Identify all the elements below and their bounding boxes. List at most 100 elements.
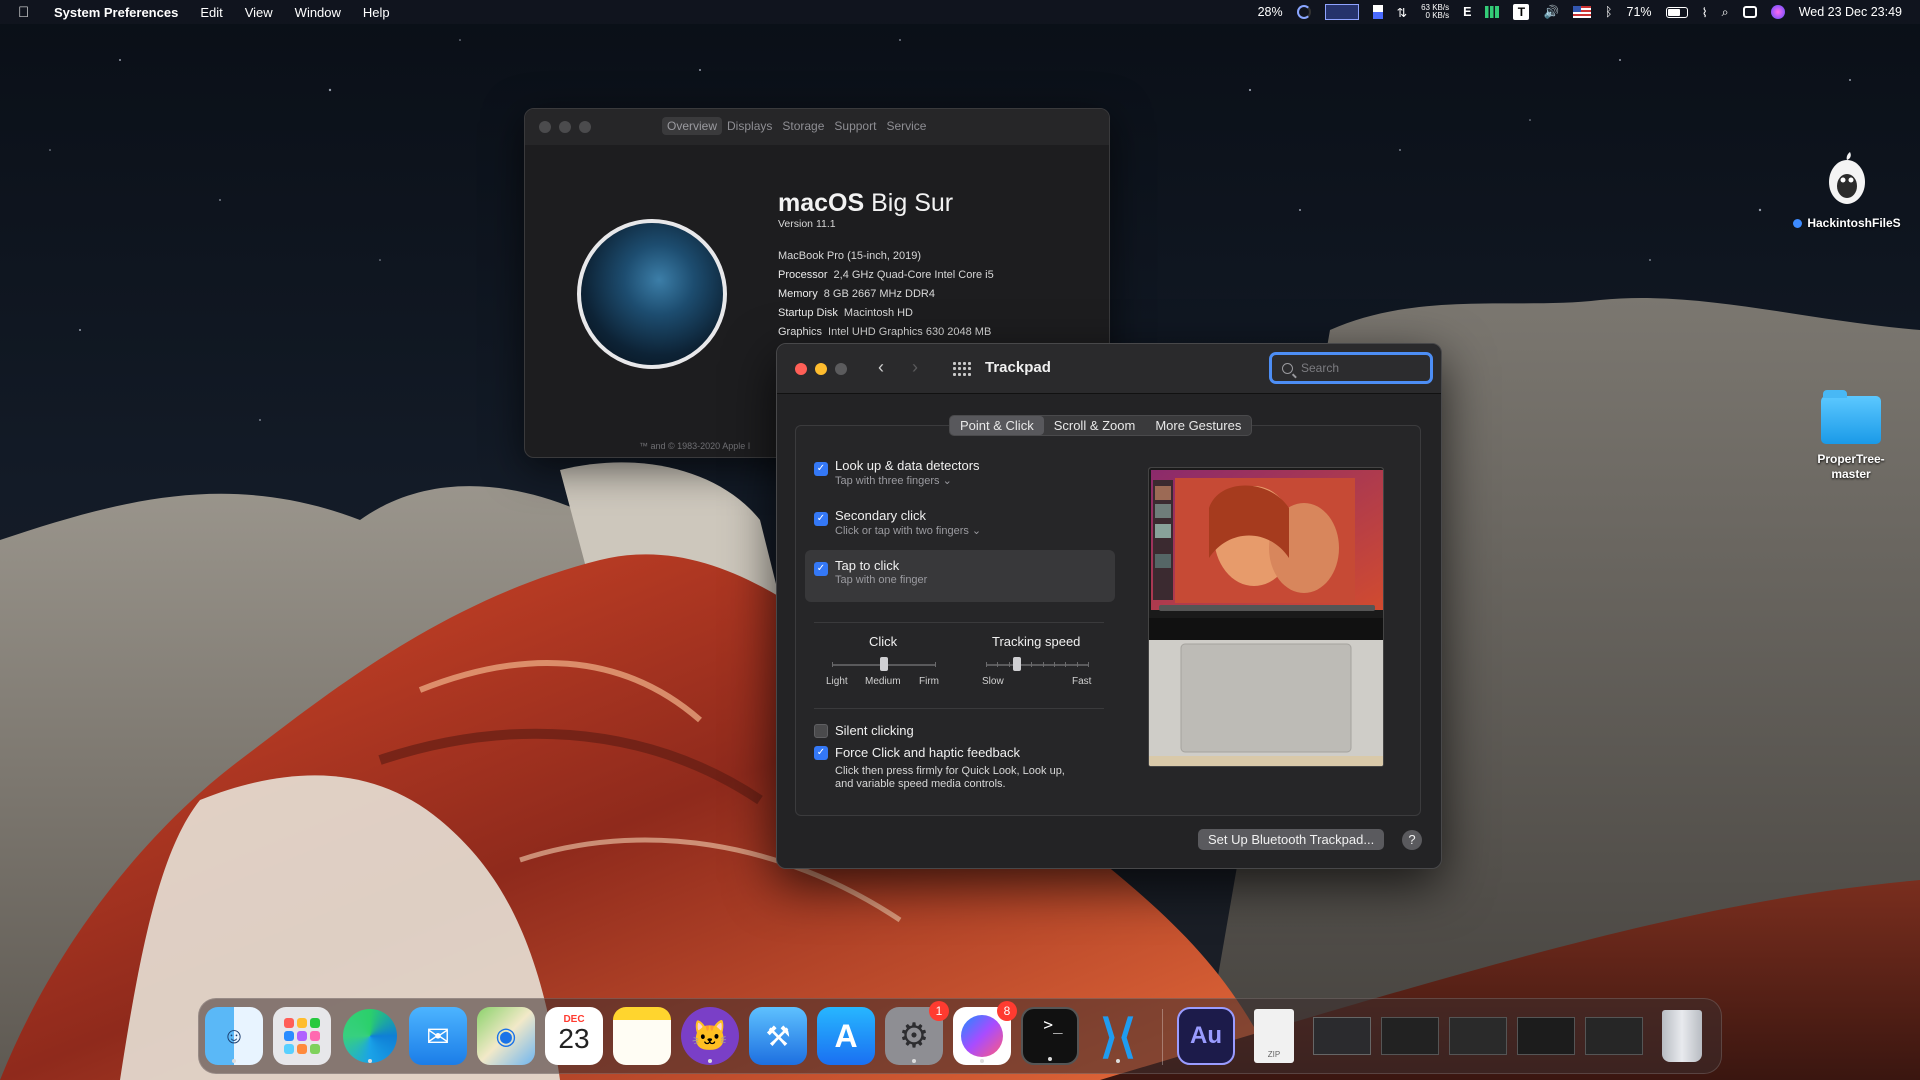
tracking-slider-tick [1043,662,1044,667]
dock-window-thumbnail-3[interactable] [1449,1007,1507,1065]
clock[interactable]: Wed 23 Dec 23:49 [1799,5,1902,19]
tab-point-click[interactable]: Point & Click [950,416,1044,435]
us-flag-icon[interactable] [1573,6,1592,18]
dock-finder[interactable]: ☺ [205,1007,263,1065]
tab-support[interactable]: Support [829,117,881,135]
dock-system-preferences[interactable]: ⚙ 1 [885,1001,949,1065]
dock-window-thumbnail-5[interactable] [1585,1007,1643,1065]
dock-app-store[interactable]: A [817,1007,875,1065]
menu-window[interactable]: Window [295,5,341,20]
show-all-grid-icon[interactable] [953,362,971,376]
tab-displays[interactable]: Displays [722,117,777,135]
dock-separator [1162,1009,1163,1065]
tab-more-gestures[interactable]: More Gestures [1145,416,1251,435]
dock-xcode[interactable]: ⚒ [749,1007,807,1065]
option-force-click[interactable]: ✓ Force Click and haptic feedback Click … [814,742,1065,790]
dock-zip-file[interactable]: ZIP [1245,1007,1303,1065]
dock-window-thumbnail-2[interactable] [1381,1007,1439,1065]
tab-scroll-zoom[interactable]: Scroll & Zoom [1044,416,1146,435]
tab-service[interactable]: Service [881,117,931,135]
tab-overview[interactable]: Overview [662,117,723,135]
menu-edit[interactable]: Edit [200,5,222,20]
signal-bars-icon[interactable] [1485,6,1500,18]
menu-view[interactable]: View [245,5,273,20]
dock-terminal[interactable]: >_ [1021,1007,1079,1065]
battery-icon[interactable] [1665,6,1688,18]
apple-menu-icon[interactable]:  [18,4,40,21]
menu-app-name[interactable]: System Preferences [54,5,178,20]
lookup-checkbox[interactable]: ✓ [814,462,828,476]
spotlight-icon[interactable]: ⌕ [1722,5,1729,20]
option-silent-clicking[interactable]: Silent clicking [814,720,914,742]
desktop-icon-hackintoshfiles[interactable]: HackintoshFileS [1792,150,1902,230]
tracking-slider-tick [1088,662,1089,667]
silent-clicking-checkbox[interactable] [814,724,828,738]
tracking-tick-fast: Fast [1072,676,1092,687]
tab-storage[interactable]: Storage [777,117,829,135]
click-tick-firm: Firm [919,676,939,687]
dock-trash[interactable] [1653,1007,1711,1065]
tracking-slider-knob[interactable] [1013,657,1021,671]
trackpad-toolbar[interactable]: ‹ › Trackpad Search [777,344,1441,394]
dock-window-thumbnail-1[interactable] [1313,1007,1371,1065]
tracking-slider-track [986,664,1088,666]
disk-activity-icon[interactable] [1372,5,1383,19]
forward-arrow-icon[interactable]: › [912,357,918,378]
dock-edge[interactable] [341,1007,399,1065]
maps-icon: ◉ [495,1022,517,1050]
about-titlebar[interactable]: Overview Displays Storage Support Servic… [525,109,1109,145]
network-speed[interactable]: 63 KB/s 0 KB/s [1421,4,1449,20]
click-slider-knob[interactable] [880,657,888,671]
dock-github-desktop[interactable]: 🐱 [681,1007,739,1065]
dock-maps[interactable]: ◉ [477,1007,535,1065]
click-slider-label: Click [869,634,898,649]
tap-to-click-checkbox[interactable]: ✓ [814,562,828,576]
dock-audition[interactable]: Au [1177,1007,1235,1065]
spec-startup-disk: Startup Disk Macintosh HD [778,307,913,319]
back-arrow-icon[interactable]: ‹ [878,357,884,378]
memory-graph-icon[interactable] [1324,4,1359,20]
minimize-button[interactable] [815,363,827,375]
battery-percent[interactable]: 71% [1627,5,1652,19]
secondary-click-checkbox[interactable]: ✓ [814,512,828,526]
running-indicator [368,1059,372,1063]
dock-launchpad[interactable] [273,1007,331,1065]
desktop-icon-propertree[interactable]: ProperTree- master [1796,390,1906,482]
menu-help[interactable]: Help [363,5,390,20]
option-sub-dropdown[interactable]: Tap with three fingers ⌄ [835,474,980,487]
minimize-button[interactable] [559,121,571,133]
point-click-panel: ✓ Look up & data detectors Tap with thre… [795,425,1421,816]
bluetooth-icon[interactable]: ᛒ [1605,5,1613,19]
dock-mail[interactable]: ✉ [409,1007,467,1065]
option-tap-to-click[interactable]: ✓ Tap to click Tap with one finger [814,558,927,586]
window-thumbnail-icon [1585,1017,1643,1055]
wifi-off-icon[interactable]: ⌇ [1702,5,1708,20]
audition-icon: Au [1190,1022,1222,1049]
zoom-button[interactable] [579,121,591,133]
dock-window-thumbnail-4[interactable] [1517,1007,1575,1065]
volume-icon[interactable]: 🔊 [1543,5,1559,20]
force-click-checkbox[interactable]: ✓ [814,746,828,760]
window-thumbnail-icon [1517,1017,1575,1055]
option-sub-dropdown[interactable]: Click or tap with two fingers ⌄ [835,524,981,537]
search-field[interactable]: Search [1269,352,1433,384]
click-tick-light: Light [826,676,848,687]
cpu-percent[interactable]: 28% [1258,5,1283,19]
dock-calendar[interactable]: DEC 23 [545,1007,603,1065]
setup-bluetooth-trackpad-button[interactable]: Set Up Bluetooth Trackpad... [1198,829,1385,850]
dock-notes[interactable] [613,1007,671,1065]
control-center-icon[interactable] [1742,6,1757,18]
zoom-button[interactable] [835,363,847,375]
option-secondary-click[interactable]: ✓ Secondary click Click or tap with two … [814,508,981,537]
close-button[interactable] [795,363,807,375]
help-button[interactable]: ? [1402,830,1422,850]
siri-icon[interactable] [1770,5,1785,19]
input-source[interactable]: E [1463,5,1471,19]
dock-vscode[interactable]: ⟩⟨ [1089,1007,1147,1065]
option-lookup[interactable]: ✓ Look up & data detectors Tap with thre… [814,458,980,487]
os-name-rest: Big Sur [864,189,954,217]
cpu-graph-icon[interactable] [1296,5,1311,19]
dock-messenger[interactable]: 8 [953,1001,1017,1065]
close-button[interactable] [539,121,551,133]
text-tool-icon[interactable]: T [1513,4,1530,20]
